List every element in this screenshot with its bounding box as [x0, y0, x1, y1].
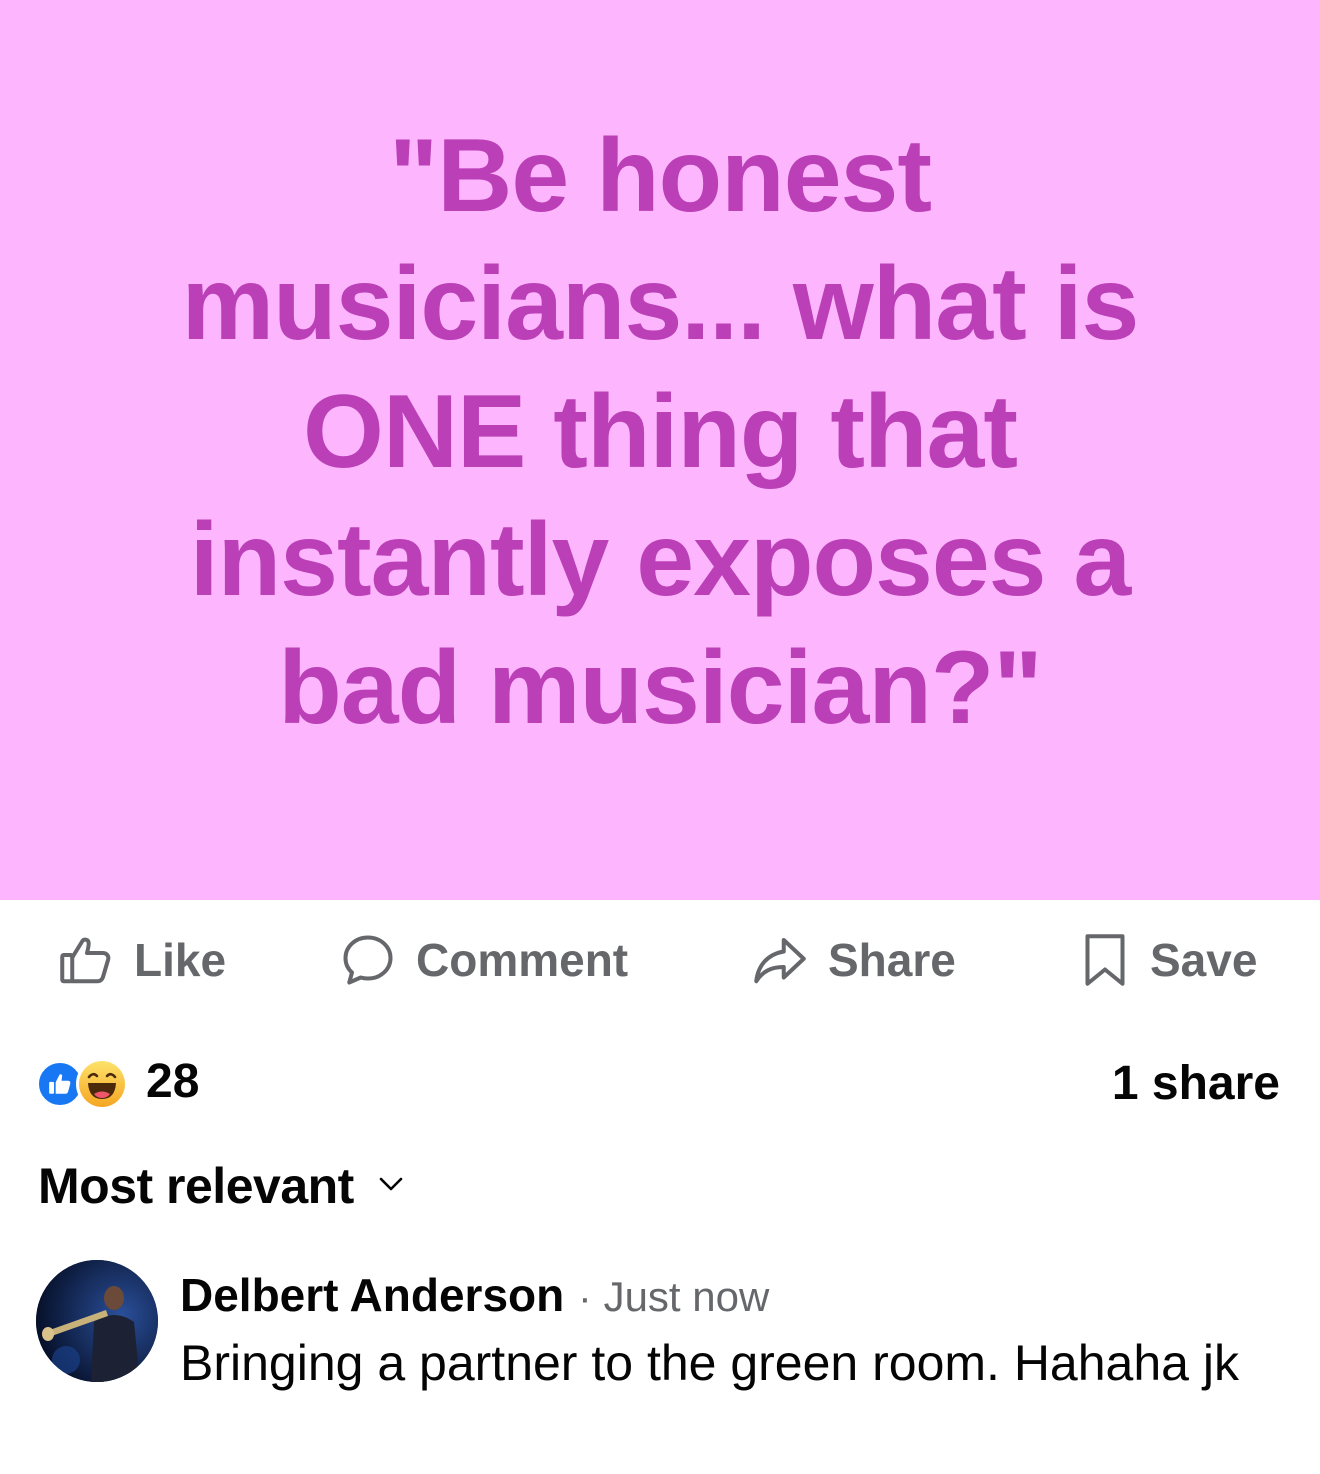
comment-header: Delbert Anderson · Just now [180, 1268, 1290, 1321]
comment-bubble-icon [338, 930, 398, 990]
share-count[interactable]: 1 share [1112, 1056, 1280, 1111]
comments-sort-label: Most relevant [38, 1158, 354, 1214]
share-button[interactable]: Share [750, 928, 956, 992]
save-label: Save [1150, 934, 1258, 986]
chevron-down-icon [378, 1176, 404, 1197]
comment-body: Delbert Anderson · Just now Bringing a p… [180, 1268, 1290, 1394]
comment-item: Delbert Anderson · Just now Bringing a p… [0, 1260, 1320, 1474]
share-label: Share [828, 934, 956, 986]
thumbs-up-outline-icon [56, 930, 116, 990]
reaction-icons[interactable] [36, 1058, 136, 1110]
save-button[interactable]: Save [1078, 928, 1257, 992]
avatar[interactable] [36, 1260, 158, 1382]
bookmark-icon [1078, 930, 1132, 990]
post-action-bar: Like Comment Share Save [0, 900, 1320, 1024]
comment-button[interactable]: Comment [338, 928, 628, 992]
post-text: "Be honest musicians... what is ONE thin… [181, 118, 1140, 746]
comments-sort-dropdown[interactable]: Most relevant [38, 1154, 404, 1218]
share-arrow-icon [750, 930, 810, 990]
post-text-card: "Be honest musicians... what is ONE thin… [0, 0, 1320, 900]
comment-author[interactable]: Delbert Anderson [180, 1268, 564, 1322]
like-label: Like [134, 934, 227, 986]
reaction-count[interactable]: 28 [146, 1054, 199, 1109]
post-stats: 28 1 share [0, 1050, 1320, 1120]
comment-timestamp[interactable]: Just now [604, 1273, 770, 1321]
like-button[interactable]: Like [56, 928, 226, 992]
comment-text: Bringing a partner to the green room. Ha… [180, 1335, 1239, 1391]
comment-label: Comment [416, 934, 629, 986]
haha-reaction-icon [76, 1058, 128, 1110]
separator-dot: · [578, 1276, 592, 1320]
